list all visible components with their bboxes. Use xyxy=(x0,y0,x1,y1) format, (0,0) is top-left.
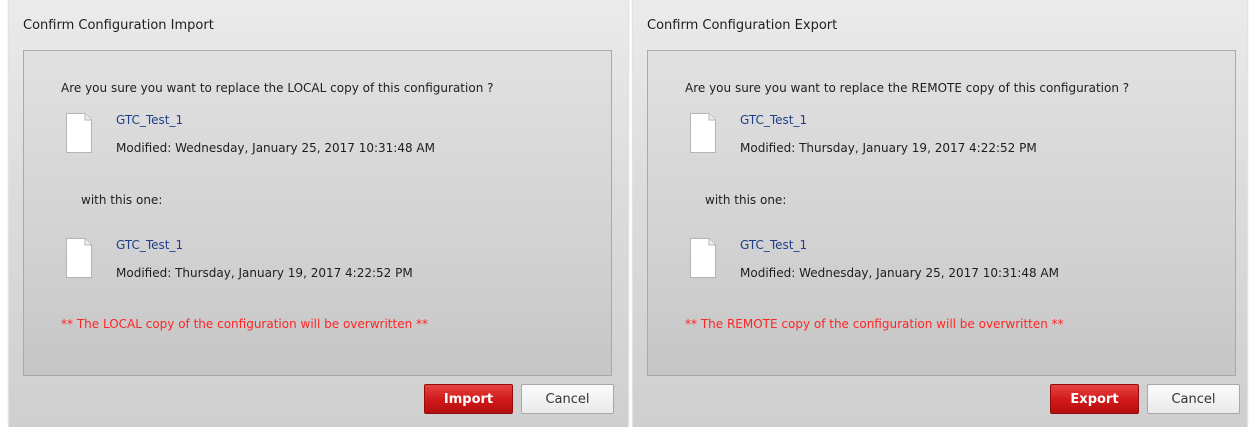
document-icon xyxy=(690,238,716,278)
import-button[interactable]: Import xyxy=(424,384,513,414)
document-icon xyxy=(66,113,92,153)
dialog-content-panel: Are you sure you want to replace the REM… xyxy=(647,50,1236,376)
document-icon xyxy=(66,238,92,278)
new-file-name: GTC_Test_1 xyxy=(740,238,808,252)
current-file-name: GTC_Test_1 xyxy=(116,113,184,127)
cancel-button[interactable]: Cancel xyxy=(521,384,614,414)
current-file-modified: Modified: Wednesday, January 25, 2017 10… xyxy=(116,141,435,155)
current-file-modified: Modified: Thursday, January 19, 2017 4:2… xyxy=(740,141,1037,155)
with-this-one-label: with this one: xyxy=(81,193,163,207)
dialog-title: Confirm Configuration Import xyxy=(23,18,214,33)
new-file-info: GTC_Test_1 Modified: Thursday, January 1… xyxy=(66,238,586,294)
confirmation-question: Are you sure you want to replace the LOC… xyxy=(61,81,494,95)
confirm-import-dialog: Confirm Configuration Import Are you sur… xyxy=(9,0,628,427)
new-file-name: GTC_Test_1 xyxy=(116,238,184,252)
overwrite-warning: ** The LOCAL copy of the configuration w… xyxy=(61,317,429,331)
export-button[interactable]: Export xyxy=(1050,384,1139,414)
current-file-name: GTC_Test_1 xyxy=(740,113,808,127)
new-file-modified: Modified: Wednesday, January 25, 2017 10… xyxy=(740,266,1059,280)
current-file-info: GTC_Test_1 Modified: Thursday, January 1… xyxy=(690,113,1210,169)
with-this-one-label: with this one: xyxy=(705,193,787,207)
confirm-export-dialog: Confirm Configuration Export Are you sur… xyxy=(633,0,1247,427)
overwrite-warning: ** The REMOTE copy of the configuration … xyxy=(685,317,1064,331)
dialog-content-panel: Are you sure you want to replace the LOC… xyxy=(23,50,612,376)
current-file-info: GTC_Test_1 Modified: Wednesday, January … xyxy=(66,113,586,169)
dialog-title: Confirm Configuration Export xyxy=(647,18,838,33)
new-file-modified: Modified: Thursday, January 19, 2017 4:2… xyxy=(116,266,413,280)
document-icon xyxy=(690,113,716,153)
confirmation-question: Are you sure you want to replace the REM… xyxy=(685,81,1130,95)
cancel-button[interactable]: Cancel xyxy=(1147,384,1240,414)
new-file-info: GTC_Test_1 Modified: Wednesday, January … xyxy=(690,238,1210,294)
